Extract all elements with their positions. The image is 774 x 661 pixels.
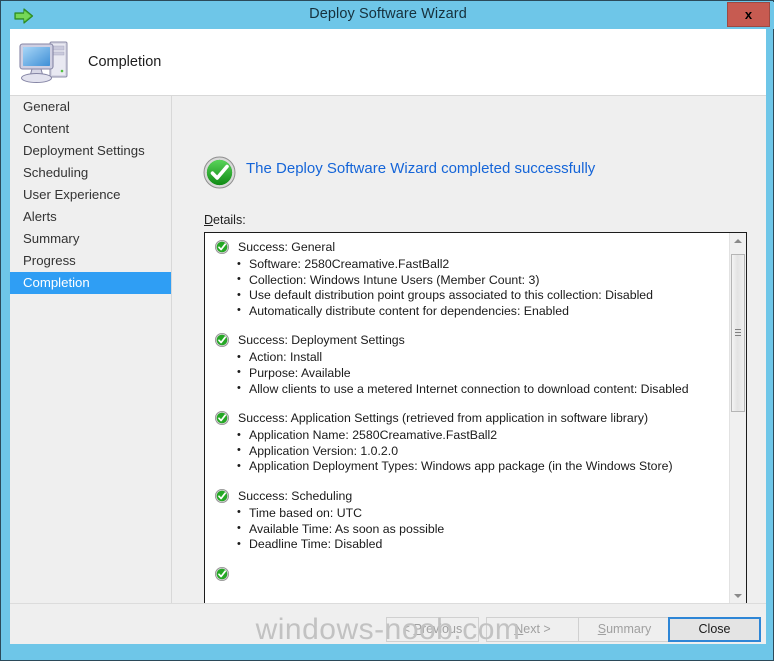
completion-heading: The Deploy Software Wizard completed suc… bbox=[246, 160, 595, 177]
detail-group-items: Action: Install Purpose: Available Allow… bbox=[205, 350, 729, 397]
sidebar-item-scheduling[interactable]: Scheduling bbox=[10, 162, 171, 184]
scroll-down-arrow-icon[interactable] bbox=[730, 587, 746, 604]
list-item: Application Deployment Types: Windows ap… bbox=[205, 459, 729, 475]
sidebar-item-alerts[interactable]: Alerts bbox=[10, 206, 171, 228]
green-check-circle-icon bbox=[215, 240, 229, 254]
detail-group-header bbox=[211, 566, 729, 583]
window-title: Deploy Software Wizard bbox=[2, 6, 774, 22]
scroll-up-arrow-icon[interactable] bbox=[730, 233, 746, 250]
detail-group-items: Application Name: 2580Creamative.FastBal… bbox=[205, 428, 729, 475]
detail-group-title: Success: Application Settings (retrieved… bbox=[238, 411, 648, 425]
wizard-main-content: The Deploy Software Wizard completed suc… bbox=[172, 96, 766, 644]
sidebar-item-label: Progress bbox=[23, 253, 76, 268]
wizard-client-area: Completion General Content Deployment Se… bbox=[10, 29, 766, 644]
sidebar-item-label: Deployment Settings bbox=[23, 143, 145, 158]
sidebar-item-progress[interactable]: Progress bbox=[10, 250, 171, 272]
sidebar-item-deployment-settings[interactable]: Deployment Settings bbox=[10, 140, 171, 162]
details-listbox[interactable]: Success: General Software: 2580Creamativ… bbox=[204, 232, 747, 605]
detail-group-title: Success: General bbox=[238, 240, 335, 254]
list-item: Automatically distribute content for dep… bbox=[205, 304, 729, 320]
detail-group-header: Success: Scheduling bbox=[211, 488, 729, 505]
next-button[interactable]: Next > bbox=[486, 617, 579, 642]
close-button[interactable]: Close bbox=[668, 617, 761, 642]
details-content: Success: General Software: 2580Creamativ… bbox=[205, 233, 729, 596]
list-item: Action: Install bbox=[205, 350, 729, 366]
green-check-circle-icon bbox=[203, 156, 236, 189]
green-check-circle-icon bbox=[215, 567, 229, 581]
sidebar-item-label: Scheduling bbox=[23, 165, 88, 180]
detail-group-header: Success: Deployment Settings bbox=[211, 332, 729, 349]
page-title: Completion bbox=[88, 54, 161, 70]
detail-group-title: Success: Scheduling bbox=[238, 489, 352, 503]
list-item: Use default distribution point groups as… bbox=[205, 288, 729, 304]
title-bar: Deploy Software Wizard x bbox=[2, 2, 774, 29]
detail-group-header: Success: General bbox=[211, 239, 729, 256]
sidebar-item-label: Content bbox=[23, 121, 69, 136]
list-item: Software: 2580Creamative.FastBall2 bbox=[205, 257, 729, 273]
detail-group-partial bbox=[205, 566, 729, 583]
detail-group: Success: Application Settings (retrieved… bbox=[205, 410, 729, 475]
detail-group-items: Time based on: UTC Available Time: As so… bbox=[205, 506, 729, 553]
scrollbar-thumb[interactable] bbox=[731, 254, 745, 412]
grip-lines-icon bbox=[735, 329, 741, 337]
detail-group: Success: Scheduling Time based on: UTC A… bbox=[205, 488, 729, 553]
sidebar-item-label: General bbox=[23, 99, 70, 114]
sidebar-item-content[interactable]: Content bbox=[10, 118, 171, 140]
previous-button[interactable]: < Previous bbox=[386, 617, 479, 642]
sidebar-item-user-experience[interactable]: User Experience bbox=[10, 184, 171, 206]
wizard-window: Deploy Software Wizard x bbox=[0, 0, 774, 661]
sidebar-item-label: Alerts bbox=[23, 209, 57, 224]
green-check-circle-icon bbox=[215, 411, 229, 425]
sidebar-item-label: Completion bbox=[23, 275, 90, 290]
sidebar-item-label: User Experience bbox=[23, 187, 120, 202]
detail-group-title: Success: Deployment Settings bbox=[238, 333, 405, 347]
details-scrollbar[interactable] bbox=[729, 233, 746, 604]
list-item: Allow clients to use a metered Internet … bbox=[205, 382, 729, 398]
summary-button[interactable]: Summary bbox=[578, 617, 671, 642]
details-label: Details: bbox=[204, 213, 246, 227]
list-item: Deadline Time: Disabled bbox=[205, 537, 729, 553]
details-label-rest: etails: bbox=[213, 213, 246, 227]
close-window-button[interactable]: x bbox=[727, 2, 770, 27]
detail-group: Success: Deployment Settings Action: Ins… bbox=[205, 332, 729, 397]
list-item: Application Name: 2580Creamative.FastBal… bbox=[205, 428, 729, 444]
list-item: Available Time: As soon as possible bbox=[205, 522, 729, 538]
sidebar-item-general[interactable]: General bbox=[10, 96, 171, 118]
detail-group-items: Software: 2580Creamative.FastBall2 Colle… bbox=[205, 257, 729, 319]
list-item: Collection: Windows Intune Users (Member… bbox=[205, 273, 729, 289]
list-item: Purpose: Available bbox=[205, 366, 729, 382]
green-check-circle-icon bbox=[215, 489, 229, 503]
detail-group-header: Success: Application Settings (retrieved… bbox=[211, 410, 729, 427]
computer-icon bbox=[17, 35, 75, 87]
wizard-steps-sidebar: General Content Deployment Settings Sche… bbox=[10, 96, 171, 644]
detail-group: Success: General Software: 2580Creamativ… bbox=[205, 239, 729, 319]
list-item: Time based on: UTC bbox=[205, 506, 729, 522]
sidebar-item-label: Summary bbox=[23, 231, 79, 246]
sidebar-item-completion[interactable]: Completion bbox=[10, 272, 171, 294]
sidebar-item-summary[interactable]: Summary bbox=[10, 228, 171, 250]
green-check-circle-icon bbox=[215, 333, 229, 347]
wizard-footer: < Previous Next > Summary Close bbox=[10, 604, 766, 644]
wizard-header: Completion bbox=[10, 29, 766, 96]
list-item: Application Version: 1.0.2.0 bbox=[205, 444, 729, 460]
